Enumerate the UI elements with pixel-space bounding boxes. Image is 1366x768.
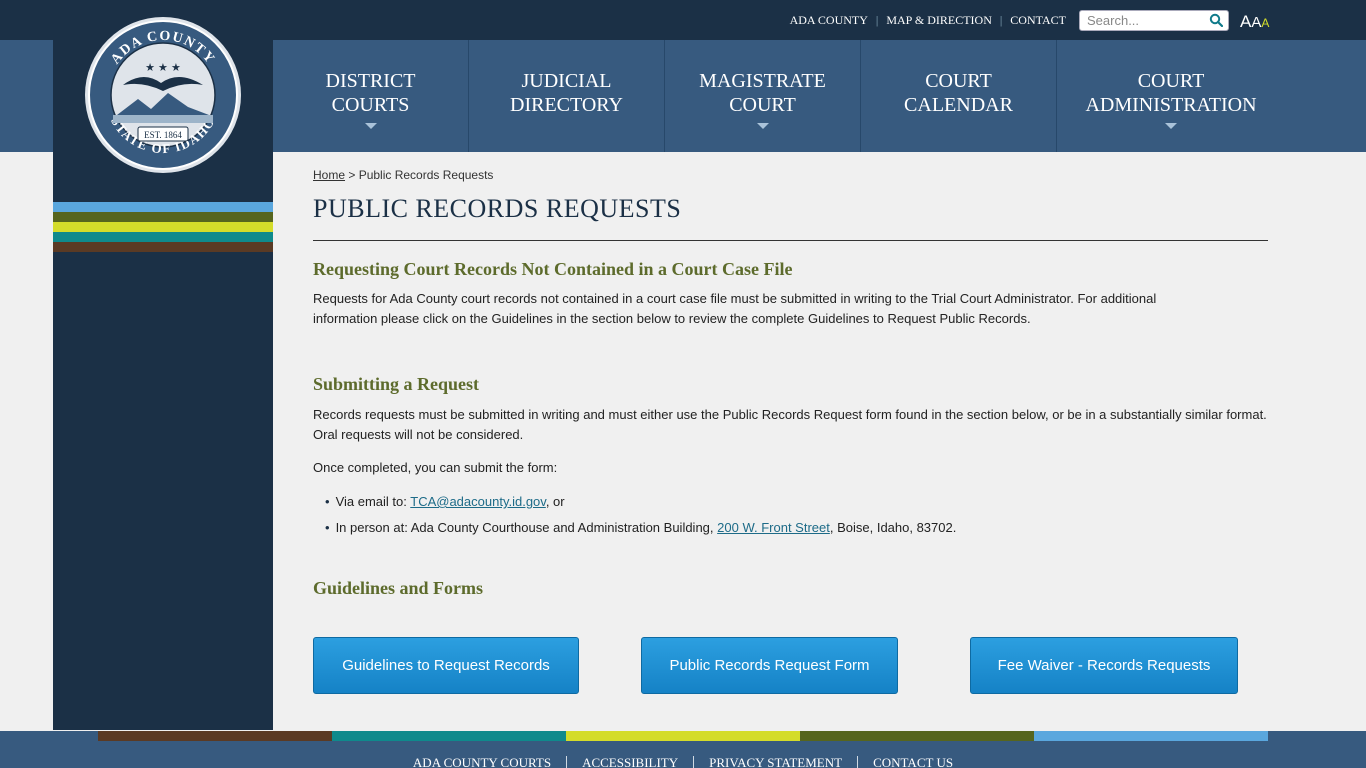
- utility-link-map-direction[interactable]: MAP & DIRECTION: [886, 13, 992, 28]
- title-divider: [313, 240, 1268, 241]
- footer-color-stripes: [98, 731, 1268, 741]
- nav-item-court-calendar[interactable]: COURT CALENDAR: [861, 40, 1057, 152]
- svg-text:★ ★ ★: ★ ★ ★: [145, 62, 181, 74]
- email-link[interactable]: TCA@adacounty.id.gov: [410, 494, 546, 509]
- nav-item-label: MAGISTRATE COURT: [699, 70, 826, 116]
- section-heading-submitting: Submitting a Request: [313, 374, 480, 394]
- utility-separator: |: [875, 13, 879, 27]
- ada-county-seal-logo[interactable]: ADA COUNTY STATE OF IDAHO ★ ★ ★ EST. 186…: [83, 15, 243, 175]
- list-item: In person at: Ada County Courthouse and …: [325, 518, 957, 544]
- section-text-once-completed: Once completed, you can submit the form:: [313, 460, 558, 475]
- sidebar-color-stripes: [53, 202, 273, 252]
- footer-link-privacy-statement[interactable]: PRIVACY STATEMENT: [694, 756, 859, 768]
- breadcrumb: Home > Public Records Requests: [313, 168, 493, 182]
- nav-item-court-administration[interactable]: COURT ADMINISTRATION: [1057, 40, 1285, 152]
- main-nav: DISTRICT COURTS JUDICIAL DIRECTORY MAGIS…: [273, 40, 1366, 152]
- fee-waiver-button[interactable]: Fee Waiver - Records Requests: [970, 637, 1238, 694]
- font-size-controls: AAA: [1240, 12, 1269, 32]
- utility-separator: |: [999, 13, 1003, 27]
- search-box: [1079, 10, 1229, 31]
- bullet-text: , or: [545, 494, 565, 509]
- nav-item-magistrate-court[interactable]: MAGISTRATE COURT: [665, 40, 861, 152]
- footer-link-accessibility[interactable]: ACCESSIBILITY: [567, 756, 695, 768]
- section-heading-court-records: Requesting Court Records Not Contained i…: [313, 259, 793, 279]
- font-size-large-button[interactable]: A: [1240, 12, 1251, 32]
- bullet-text: Via email to:: [335, 494, 411, 509]
- footer-link-ada-county-courts[interactable]: ADA COUNTY COURTS: [398, 756, 568, 768]
- footer-links: ADA COUNTY COURTS ACCESSIBILITY PRIVACY …: [0, 756, 1366, 768]
- bullet-text: , Boise, Idaho, 83702.: [829, 520, 957, 535]
- breadcrumb-separator: >: [345, 168, 359, 182]
- section-text-court-records: Requests for Ada County court records no…: [313, 291, 1157, 326]
- nav-item-district-courts[interactable]: DISTRICT COURTS: [273, 40, 469, 152]
- search-input[interactable]: [1080, 11, 1200, 30]
- guidelines-button[interactable]: Guidelines to Request Records: [313, 637, 579, 694]
- section-heading-guidelines: Guidelines and Forms: [313, 578, 484, 598]
- nav-item-label: DISTRICT COURTS: [325, 70, 416, 116]
- bullet-text: In person at: Ada County Courthouse and …: [335, 520, 718, 535]
- breadcrumb-current: Public Records Requests: [358, 168, 494, 182]
- breadcrumb-home-link[interactable]: Home: [313, 168, 345, 182]
- search-icon[interactable]: [1209, 13, 1223, 27]
- utility-link-ada-county[interactable]: ADA COUNTY: [790, 13, 868, 28]
- chevron-down-icon: [1165, 123, 1177, 129]
- chevron-down-icon: [756, 123, 769, 129]
- list-item: Via email to: TCA@adacounty.id.gov, or: [325, 492, 956, 518]
- utility-link-contact[interactable]: CONTACT: [1010, 13, 1066, 28]
- submission-methods-list: Via email to: TCA@adacounty.id.gov, or I…: [325, 492, 957, 544]
- address-link[interactable]: 200 W. Front Street: [717, 520, 830, 535]
- request-form-button[interactable]: Public Records Request Form: [641, 637, 898, 694]
- font-size-medium-button[interactable]: A: [1251, 14, 1261, 31]
- nav-item-label: COURT ADMINISTRATION: [1085, 70, 1257, 116]
- nav-item-judicial-directory[interactable]: JUDICIAL DIRECTORY: [469, 40, 665, 152]
- chevron-down-icon: [364, 123, 377, 129]
- svg-text:EST. 1864: EST. 1864: [144, 130, 182, 140]
- utility-links: ADA COUNTY | MAP & DIRECTION | CONTACT: [790, 13, 1066, 28]
- section-text-submitting: Records requests must be submitted in wr…: [313, 407, 1267, 442]
- footer-link-contact-us[interactable]: CONTACT US: [858, 756, 968, 768]
- nav-item-label: JUDICIAL DIRECTORY: [510, 70, 623, 116]
- page-title: PUBLIC RECORDS REQUESTS: [313, 194, 682, 223]
- nav-item-label: COURT CALENDAR: [904, 70, 1013, 116]
- font-size-small-button[interactable]: A: [1261, 16, 1269, 30]
